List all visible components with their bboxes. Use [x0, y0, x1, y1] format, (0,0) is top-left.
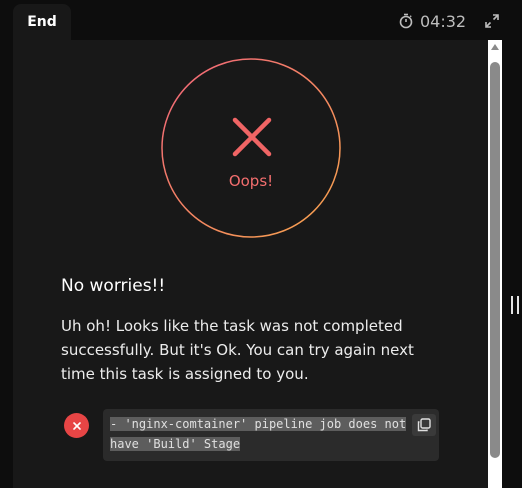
- top-bar: End 04:32: [0, 0, 522, 40]
- result-heading: No worries!!: [61, 276, 166, 296]
- result-message: Uh oh! Looks like the task was not compl…: [61, 317, 414, 383]
- resize-handle[interactable]: [511, 296, 519, 314]
- tab-end[interactable]: End: [13, 4, 71, 40]
- log-line-1: - 'nginx-comtainer' pipeline job does no…: [110, 417, 407, 431]
- scroll-up-arrow-icon[interactable]: [490, 42, 500, 52]
- status-label: Oops!: [228, 172, 274, 190]
- tab-end-label: End: [27, 14, 57, 30]
- copy-button[interactable]: [412, 414, 436, 436]
- x-mark-icon: [232, 117, 272, 157]
- check-log: - 'nginx-comtainer' pipeline job does no…: [103, 409, 439, 461]
- expand-icon[interactable]: [485, 14, 499, 28]
- result-ring: [161, 58, 341, 238]
- error-x-icon: [64, 413, 89, 438]
- timer-value: 04:32: [420, 11, 467, 31]
- copy-icon: [417, 418, 431, 432]
- timer: 04:32: [398, 10, 466, 32]
- log-line-2: have 'Build' Stage: [110, 437, 241, 451]
- scrollbar-thumb[interactable]: [490, 62, 500, 458]
- stopwatch-icon: [399, 13, 413, 29]
- check-log-text: - 'nginx-comtainer' pipeline job does no…: [110, 414, 432, 454]
